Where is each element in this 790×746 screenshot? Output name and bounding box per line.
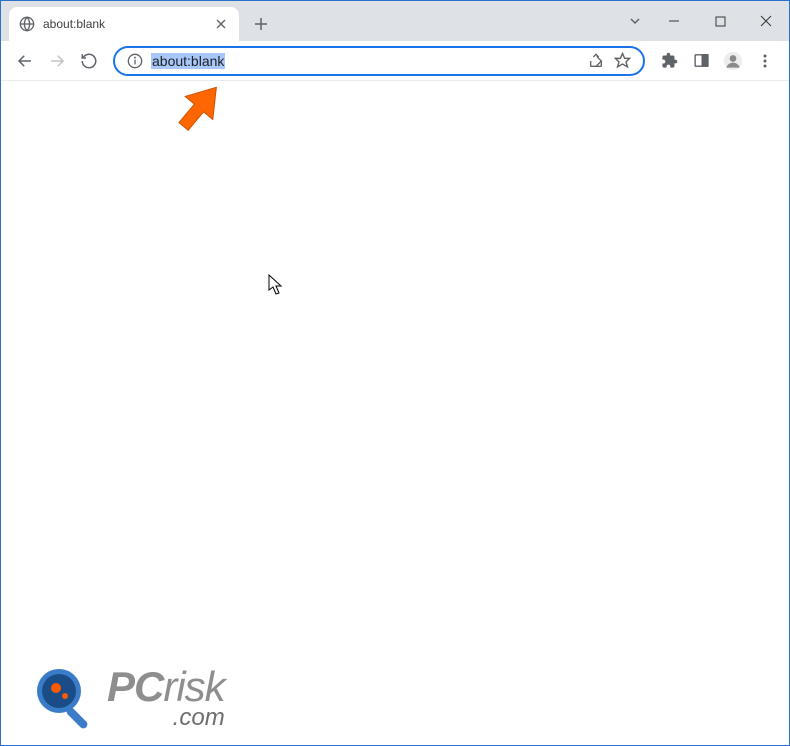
maximize-button[interactable] [697, 1, 743, 41]
share-button[interactable] [583, 48, 609, 74]
toolbar: about:blank [1, 41, 789, 81]
forward-button [41, 45, 73, 77]
back-button[interactable] [9, 45, 41, 77]
sidepanel-button[interactable] [685, 45, 717, 77]
tab-title: about:blank [43, 17, 213, 31]
reload-button[interactable] [73, 45, 105, 77]
globe-icon [19, 16, 35, 32]
tab-about-blank[interactable]: about:blank [9, 7, 239, 41]
tab-strip: about:blank [1, 1, 619, 41]
window-controls [619, 1, 789, 41]
tabs-dropdown-button[interactable] [619, 1, 651, 41]
new-tab-button[interactable] [247, 10, 275, 38]
site-info-icon[interactable] [123, 49, 147, 73]
minimize-button[interactable] [651, 1, 697, 41]
window-close-button[interactable] [743, 1, 789, 41]
menu-button[interactable] [749, 45, 781, 77]
profile-button[interactable] [717, 45, 749, 77]
address-bar[interactable]: about:blank [113, 46, 645, 76]
extensions-button[interactable] [653, 45, 685, 77]
content-area [1, 81, 789, 745]
bookmark-button[interactable] [609, 48, 635, 74]
title-bar: about:blank [1, 1, 789, 41]
url-text-selected: about:blank [151, 53, 225, 69]
url-input[interactable]: about:blank [147, 53, 583, 69]
close-icon[interactable] [213, 16, 229, 32]
